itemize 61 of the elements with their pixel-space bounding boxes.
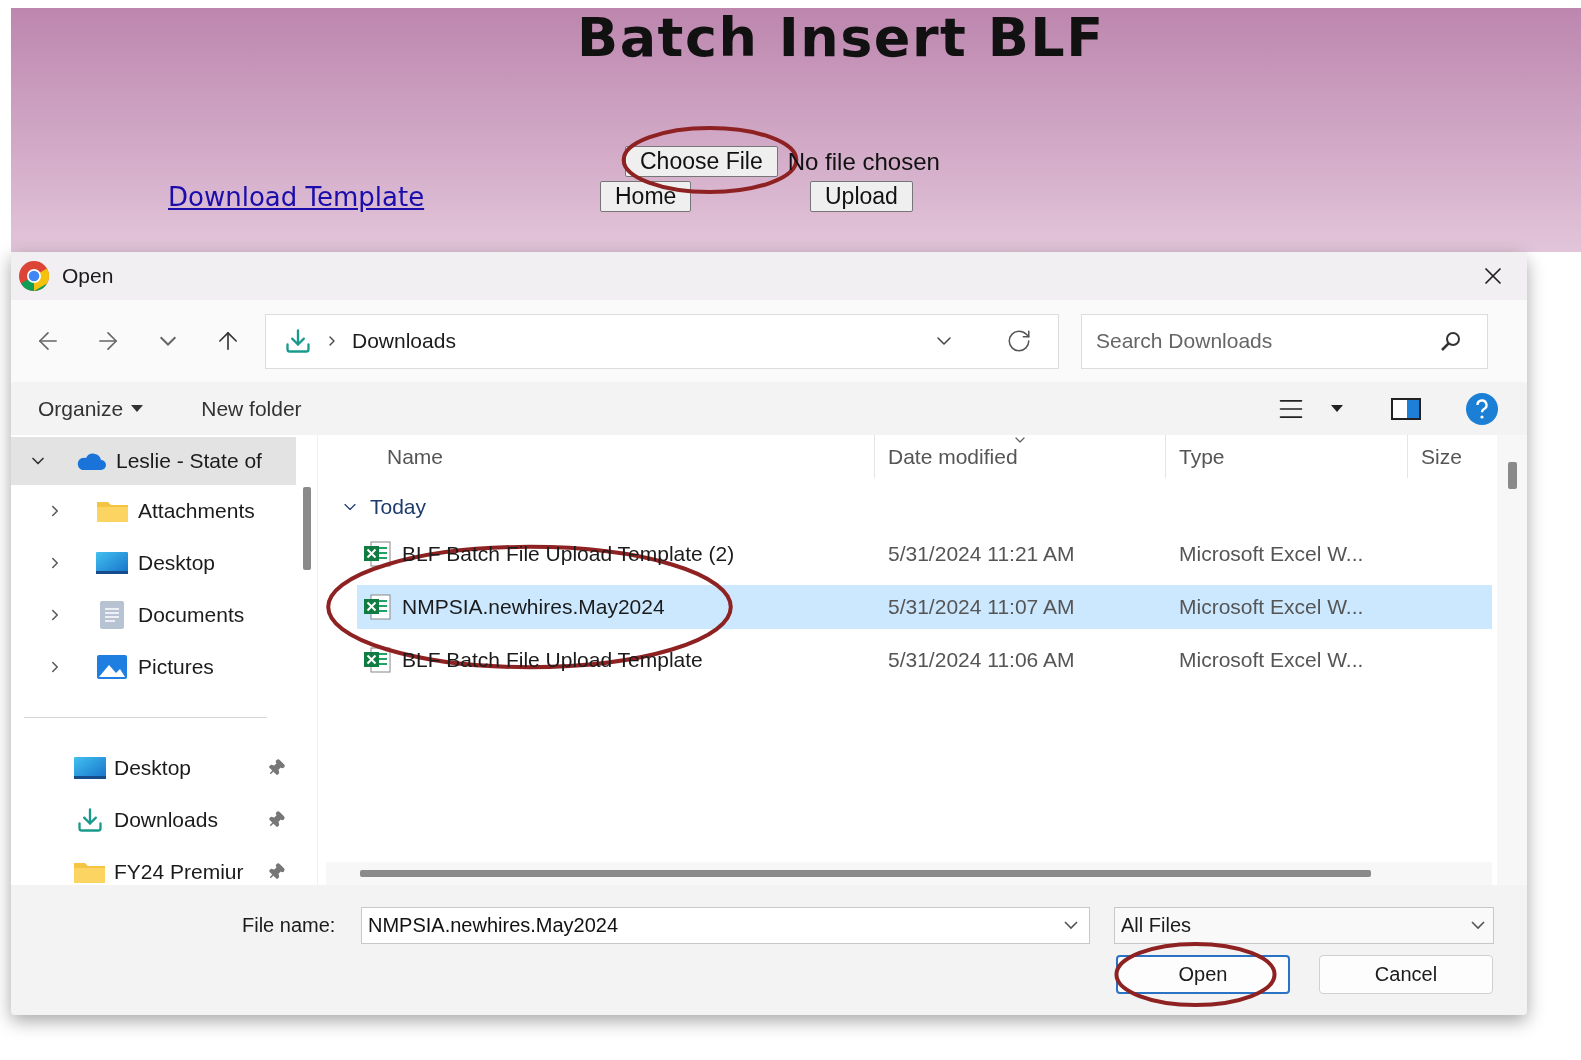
chevron-down-icon [1471, 921, 1485, 930]
dropdown-caret-icon[interactable] [1331, 405, 1343, 412]
address-path: Downloads [352, 329, 457, 353]
desktop-icon [73, 757, 106, 779]
file-date: 5/31/2024 11:06 AM [887, 648, 1076, 672]
file-name-label: File name: [242, 914, 337, 937]
search-icon [1440, 330, 1462, 352]
scrollbar-thumb[interactable] [1507, 462, 1517, 489]
picture-icon [97, 655, 127, 679]
file-type-select[interactable]: All Files [1114, 907, 1494, 944]
spreadsheet-icon [363, 647, 391, 673]
column-header[interactable]: Name [318, 435, 875, 478]
scrollbar-thumb[interactable] [302, 487, 311, 570]
desktop-icon [96, 552, 128, 574]
column-header[interactable]: Date modified [875, 435, 1166, 478]
quick-access-item[interactable]: FY24 Premiur [11, 846, 297, 885]
organize-menu[interactable]: Organize [38, 396, 144, 421]
browser-logo-icon [18, 260, 50, 292]
file-type: Microsoft Excel W... [1178, 542, 1365, 566]
navigation-item[interactable]: Leslie - State of [11, 437, 297, 485]
column-header[interactable]: Size [1408, 435, 1497, 478]
navigation-item[interactable]: Attachments [11, 485, 297, 537]
file-date: 5/31/2024 11:07 AM [887, 595, 1076, 619]
chevron-down-icon[interactable] [1064, 921, 1078, 930]
new-folder-button[interactable]: New folder [201, 396, 302, 421]
open-button[interactable]: Open [1116, 955, 1290, 994]
navigation-item[interactable]: Documents [11, 589, 297, 641]
home-button[interactable]: Home [600, 181, 692, 212]
group-header[interactable]: Today [318, 482, 1497, 532]
upload-button[interactable]: Upload [810, 181, 913, 212]
document-icon [100, 601, 124, 629]
navigation-item[interactable]: Desktop [11, 537, 297, 589]
preview-pane-icon[interactable] [1391, 397, 1421, 420]
file-type: Microsoft Excel W... [1178, 648, 1365, 672]
file-name: NMPSIA.newhires.May2024 [402, 595, 665, 619]
group-label: Today [370, 495, 427, 519]
spreadsheet-icon [363, 541, 391, 567]
help-icon[interactable] [1465, 391, 1499, 426]
refresh-icon[interactable] [1006, 328, 1032, 354]
navigation-item[interactable]: Pictures [11, 641, 297, 693]
search-field[interactable]: Search Downloads [1081, 313, 1488, 369]
address-bar[interactable]: Downloads [265, 313, 1059, 369]
scrollbar-thumb[interactable] [360, 870, 1371, 877]
folder-icon [74, 861, 105, 883]
download-template-link[interactable]: Download Template [168, 181, 425, 212]
dialog-title: Open [62, 264, 115, 288]
cancel-button[interactable]: Cancel [1319, 955, 1493, 994]
choose-file-button[interactable]: Choose File [625, 146, 778, 177]
page-title: Batch Insert BLF [577, 8, 1105, 68]
file-date: 5/31/2024 11:21 AM [887, 542, 1076, 566]
download-icon [284, 327, 312, 355]
spreadsheet-icon [363, 594, 391, 620]
quick-access-item[interactable]: Downloads [11, 794, 297, 846]
file-type: Microsoft Excel W... [1178, 595, 1365, 619]
folder-icon [96, 500, 128, 522]
file-name-field[interactable]: NMPSIA.newhires.May2024 [361, 907, 1090, 944]
column-header[interactable]: Type [1166, 435, 1408, 478]
chevron-down-icon [159, 335, 177, 347]
file-row[interactable]: NMPSIA.newhires.May2024 5/31/2024 11:07 AM Microsoft Excel W... [357, 585, 1492, 629]
download-icon [75, 806, 104, 834]
quick-access-item[interactable]: Desktop [11, 742, 297, 794]
